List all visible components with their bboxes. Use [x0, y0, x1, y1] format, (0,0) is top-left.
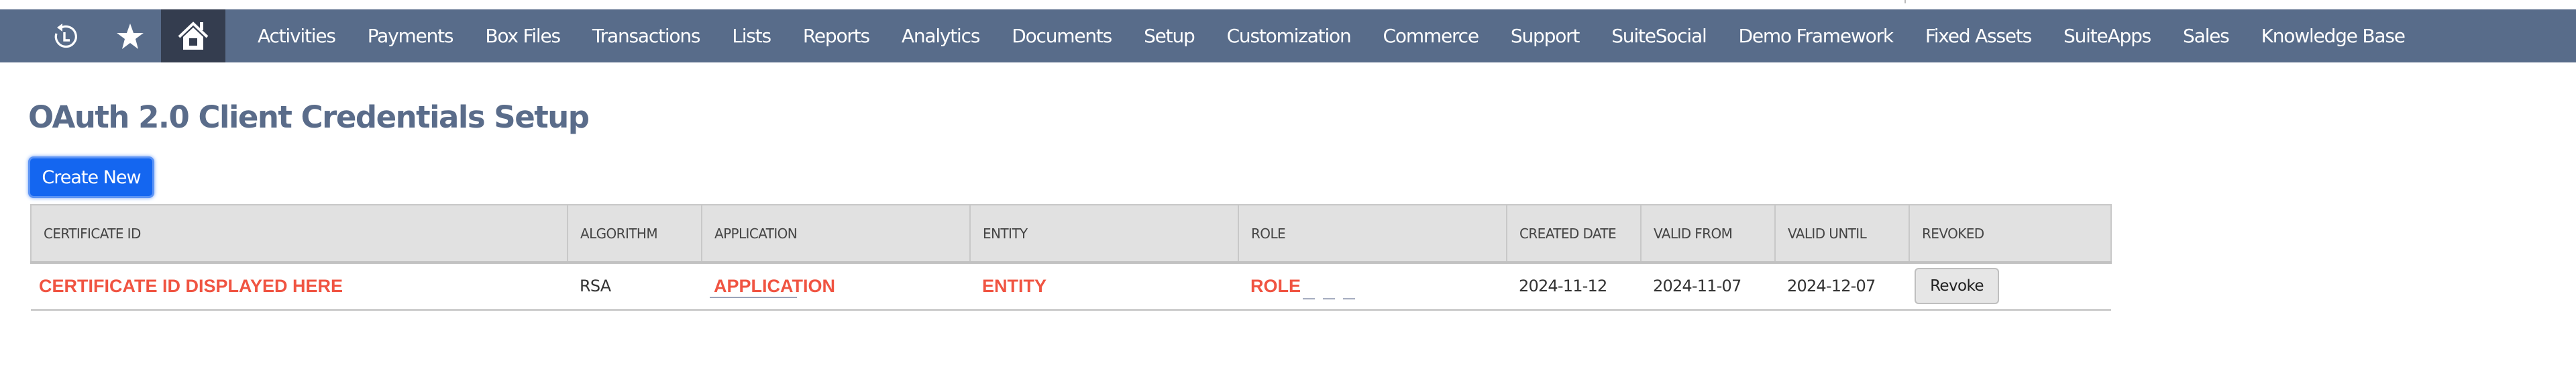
nav-item-fixed-assets[interactable]: Fixed Assets: [1909, 9, 2047, 62]
cell-certificate-id: CERTIFICATE ID DISPLAYED HERE: [31, 263, 568, 311]
column-header-revoked[interactable]: REVOKED: [1909, 204, 2112, 264]
main-navbar: Activities Payments Box Files Transactio…: [0, 9, 2576, 62]
nav-item-demo-framework[interactable]: Demo Framework: [1723, 9, 1909, 62]
role-link[interactable]: ROLE: [1250, 275, 1363, 299]
revoke-button[interactable]: Revoke: [1915, 268, 1999, 305]
recent-records-button[interactable]: [46, 9, 86, 62]
home-icon: [178, 21, 209, 50]
nav-item-support[interactable]: Support: [1495, 9, 1595, 62]
column-header-valid-from[interactable]: VALID FROM: [1640, 204, 1776, 264]
nav-item-suiteapps[interactable]: SuiteApps: [2047, 9, 2167, 62]
home-button[interactable]: [161, 9, 225, 62]
cell-application: APPLICATION: [702, 263, 970, 311]
cell-entity: ENTITY: [970, 263, 1238, 311]
column-header-role[interactable]: ROLE: [1238, 204, 1507, 264]
nav-item-analytics[interactable]: Analytics: [885, 9, 996, 62]
application-link-underline: [710, 296, 797, 298]
column-header-certificate-id[interactable]: CERTIFICATE ID: [30, 204, 568, 264]
window-divider-tick: [1904, 0, 1906, 3]
star-icon: [117, 23, 144, 49]
nav-item-sales[interactable]: Sales: [2167, 9, 2245, 62]
nav-menu: Activities Payments Box Files Transactio…: [241, 9, 2421, 62]
nav-item-activities[interactable]: Activities: [241, 9, 352, 62]
nav-item-commerce[interactable]: Commerce: [1367, 9, 1495, 62]
cell-valid-until: 2024-12-07: [1775, 263, 1909, 311]
certificate-id-value: CERTIFICATE ID DISPLAYED HERE: [39, 275, 343, 296]
column-header-valid-until[interactable]: VALID UNTIL: [1774, 204, 1910, 264]
cell-valid-from: 2024-11-07: [1641, 263, 1775, 311]
cell-revoked: Revoke: [1909, 263, 2111, 311]
recent-records-icon: [54, 23, 77, 48]
cell-algorithm: RSA: [568, 263, 702, 311]
column-header-created-date[interactable]: CREATED DATE: [1506, 204, 1642, 264]
role-value: ROLE: [1250, 275, 1301, 296]
cell-created-date: 2024-11-12: [1507, 263, 1641, 311]
table-row: CERTIFICATE ID DISPLAYED HERE RSA APPLIC…: [31, 263, 2111, 311]
nav-item-transactions[interactable]: Transactions: [576, 9, 716, 62]
entity-value: ENTITY: [982, 275, 1047, 296]
nav-item-box-files[interactable]: Box Files: [469, 9, 576, 62]
nav-item-suitesocial[interactable]: SuiteSocial: [1595, 9, 1722, 62]
page-title: OAuth 2.0 Client Credentials Setup: [28, 99, 590, 135]
role-link-underline: [1303, 297, 1363, 299]
column-header-application[interactable]: APPLICATION: [701, 204, 971, 264]
nav-item-knowledge-base[interactable]: Knowledge Base: [2245, 9, 2421, 62]
credentials-table: CERTIFICATE ID ALGORITHM APPLICATION ENT…: [30, 204, 2112, 311]
nav-item-customization[interactable]: Customization: [1211, 9, 1367, 62]
table-header-row: CERTIFICATE ID ALGORITHM APPLICATION ENT…: [30, 204, 2112, 264]
column-header-entity[interactable]: ENTITY: [969, 204, 1239, 264]
create-new-button[interactable]: Create New: [28, 156, 154, 198]
cell-role: ROLE: [1238, 263, 1507, 311]
nav-item-payments[interactable]: Payments: [352, 9, 470, 62]
nav-item-lists[interactable]: Lists: [716, 9, 787, 62]
nav-item-setup[interactable]: Setup: [1128, 9, 1211, 62]
nav-item-documents[interactable]: Documents: [996, 9, 1128, 62]
nav-item-reports[interactable]: Reports: [787, 9, 885, 62]
column-header-algorithm[interactable]: ALGORITHM: [567, 204, 702, 264]
application-link[interactable]: APPLICATION: [710, 275, 835, 298]
favorites-button[interactable]: [110, 9, 150, 62]
application-value: APPLICATION: [714, 275, 835, 296]
